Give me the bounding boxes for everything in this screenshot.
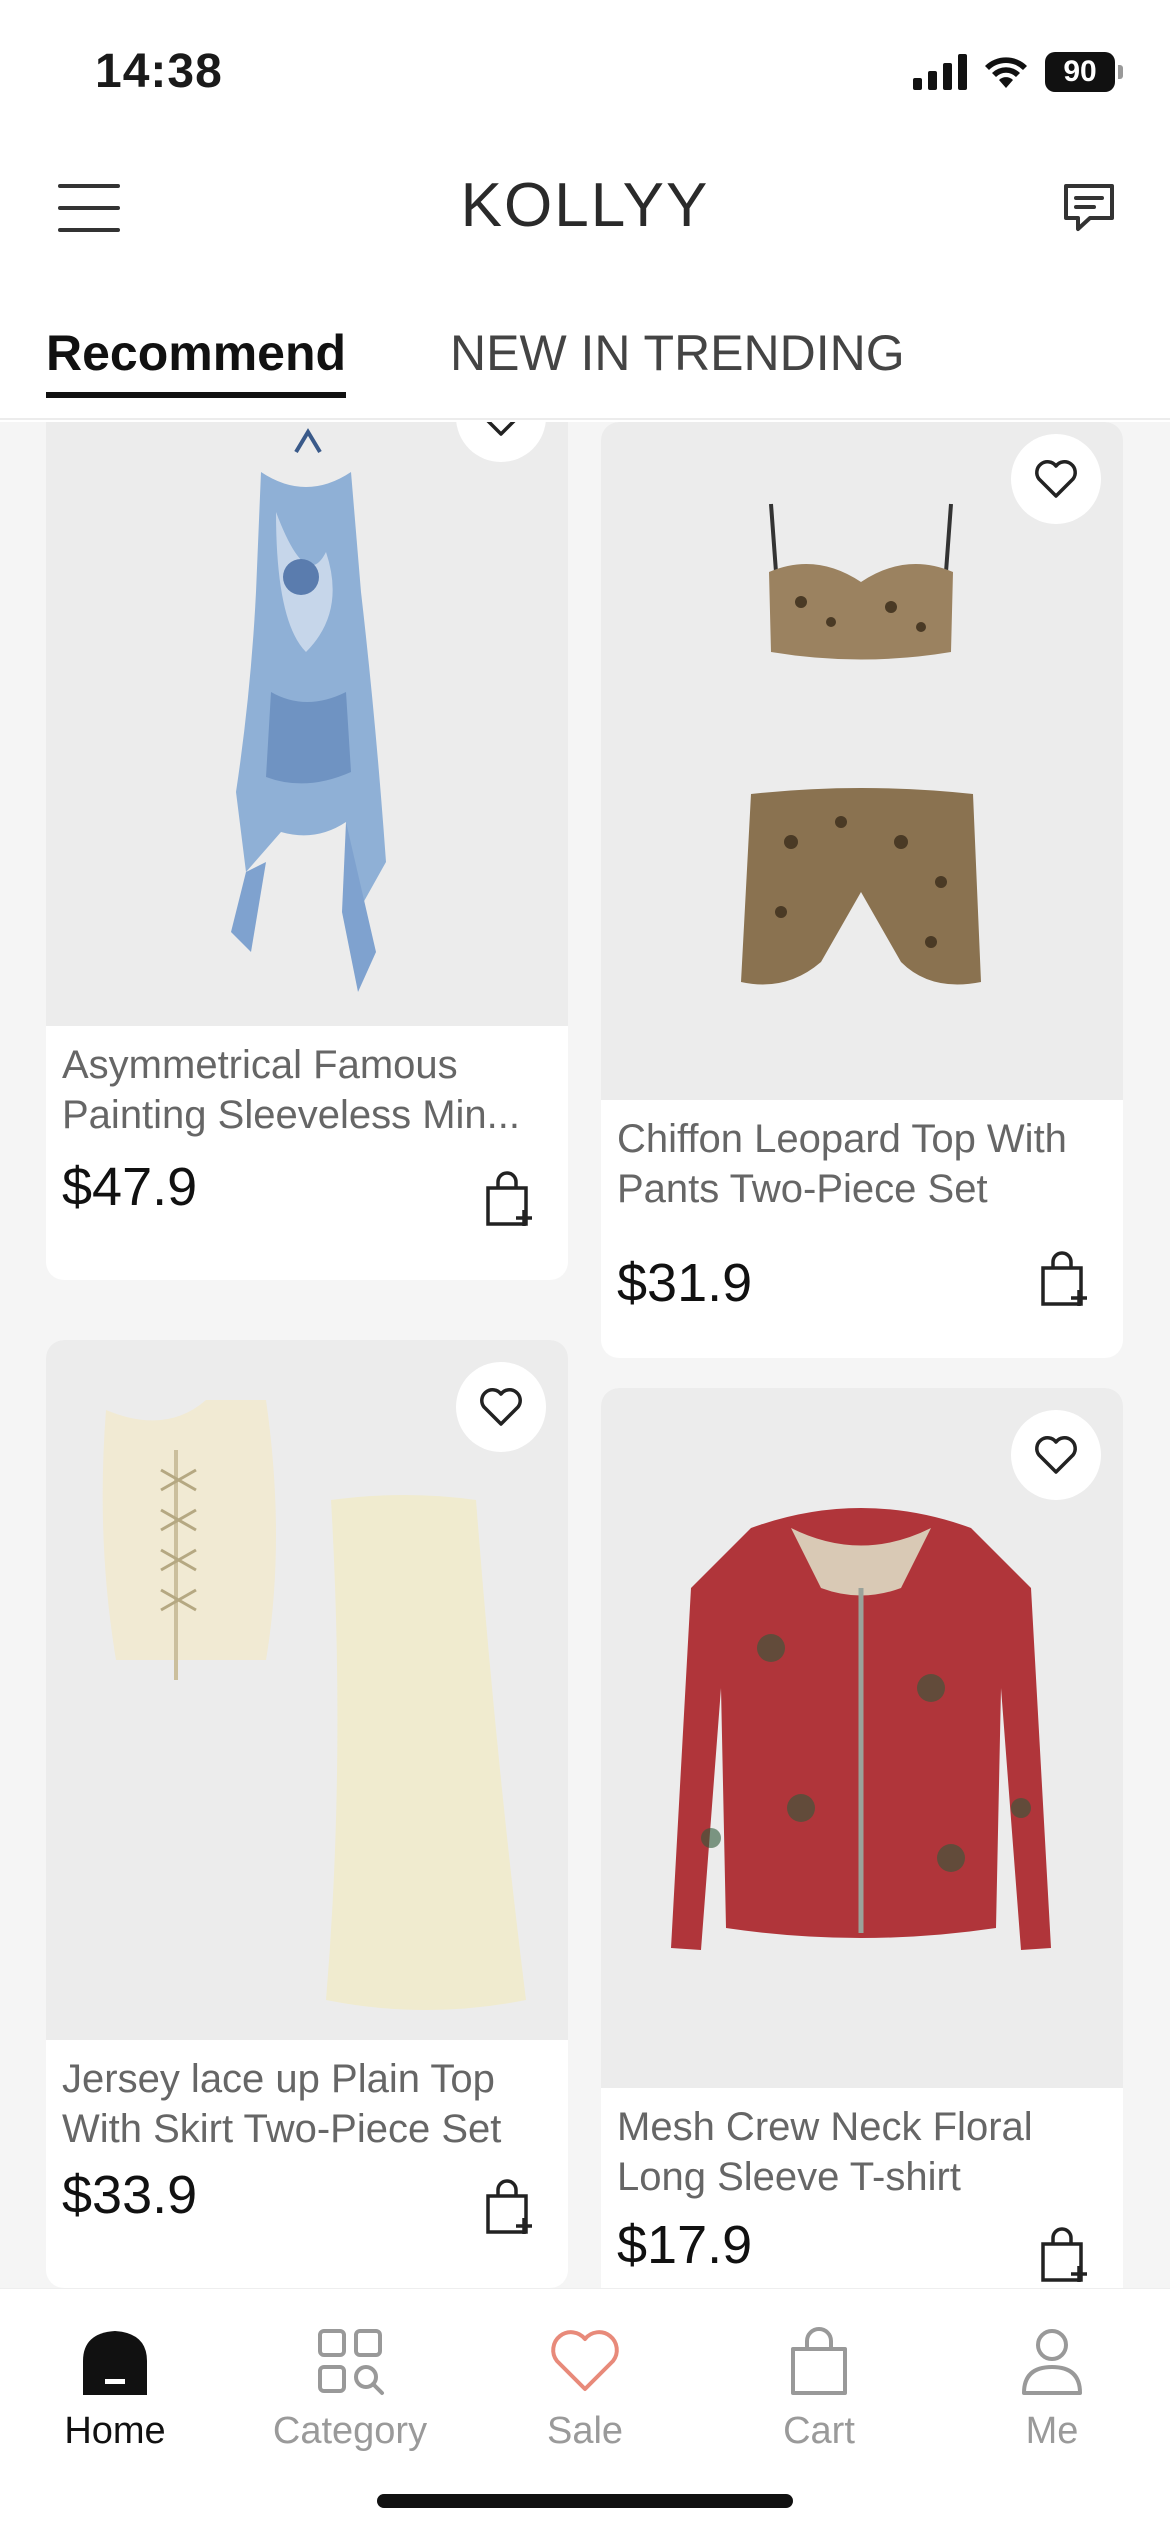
product-title[interactable]: Asymmetrical Famous Painting Sleeveless … (46, 1026, 568, 1142)
nav-home[interactable]: Home (15, 2325, 215, 2453)
tab-new-in-trending[interactable]: NEW IN TRENDING (450, 324, 905, 382)
product-title[interactable]: Chiffon Leopard Top With Pants Two-Piece… (601, 1100, 1123, 1216)
status-bar: 14:38 90 (0, 0, 1170, 140)
add-to-cart-icon[interactable] (482, 2178, 538, 2238)
battery-icon: 90 (1045, 52, 1123, 92)
nav-sale[interactable]: Sale (485, 2325, 685, 2453)
profile-icon (1022, 2329, 1082, 2395)
chat-message-icon[interactable] (1060, 178, 1118, 236)
product-image-cream-lace-up-set[interactable] (46, 1340, 568, 2040)
product-image-red-rose-mesh-top[interactable] (601, 1388, 1123, 2088)
status-icons: 90 (913, 52, 1123, 92)
wishlist-heart-button[interactable] (1011, 434, 1101, 524)
product-card[interactable]: Mesh Crew Neck Floral Long Sleeve T-shir… (601, 1388, 1123, 2288)
home-indicator (377, 2494, 793, 2508)
heart-icon (1035, 460, 1077, 498)
nav-cart[interactable]: Cart (719, 2325, 919, 2453)
nav-category[interactable]: Category (250, 2325, 450, 2453)
product-price: $31.9 (617, 1253, 753, 1313)
wishlist-heart-button[interactable] (456, 1362, 546, 1452)
heart-icon (486, 422, 516, 436)
tab-bar: Recommend NEW IN TRENDING (0, 270, 1170, 420)
product-card[interactable]: Jersey lace up Plain Top With Skirt Two-… (46, 1340, 568, 2288)
category-icon (318, 2329, 384, 2395)
product-price: $33.9 (62, 2165, 198, 2225)
add-to-cart-icon[interactable] (482, 1170, 538, 1230)
product-card[interactable]: Chiffon Leopard Top With Pants Two-Piece… (601, 422, 1123, 1358)
leopard-set-illustration (741, 503, 981, 985)
heart-icon (480, 1388, 522, 1426)
product-title[interactable]: Mesh Crew Neck Floral Long Sleeve T-shir… (601, 2088, 1123, 2204)
tab-recommend[interactable]: Recommend (46, 324, 347, 398)
product-card[interactable]: Asymmetrical Famous Painting Sleeveless … (46, 422, 568, 1280)
wifi-icon (985, 57, 1027, 88)
heart-sale-icon (551, 2330, 619, 2391)
product-price: $47.9 (62, 1157, 198, 1217)
wishlist-heart-button[interactable] (1011, 1410, 1101, 1500)
dress-illustration (231, 428, 386, 992)
product-title[interactable]: Jersey lace up Plain Top With Skirt Two-… (46, 2040, 568, 2156)
status-time: 14:38 (95, 45, 223, 98)
cellular-signal-icon (913, 54, 967, 90)
nav-me[interactable]: Me (952, 2325, 1152, 2453)
product-image-leopard-two-piece[interactable] (601, 422, 1123, 1100)
cart-bag-icon (791, 2327, 847, 2395)
app-header: KOLLYY (0, 140, 1170, 270)
product-feed[interactable]: Asymmetrical Famous Painting Sleeveless … (0, 422, 1170, 2288)
product-image-blue-ruffle-dress[interactable] (46, 422, 568, 1026)
product-price: $17.9 (617, 2215, 753, 2275)
add-to-cart-icon[interactable] (1037, 1250, 1093, 1310)
home-icon (83, 2331, 147, 2395)
add-to-cart-icon[interactable] (1037, 2226, 1093, 2286)
brand-title: KOLLYY (460, 171, 710, 240)
heart-icon (1035, 1436, 1077, 1474)
